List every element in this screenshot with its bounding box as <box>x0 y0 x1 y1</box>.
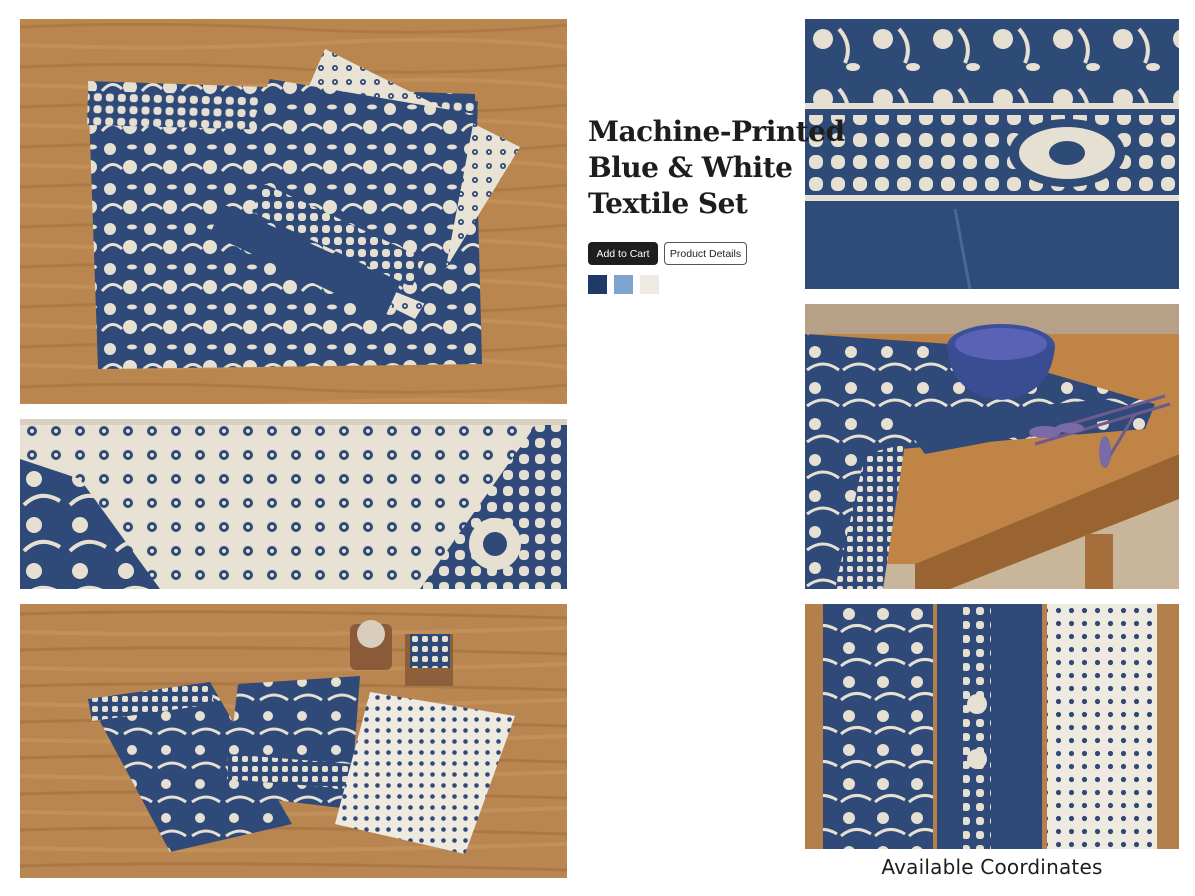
photo-dot-fabric-closeup <box>20 419 567 589</box>
photo-border-detail <box>805 19 1179 289</box>
swatch-navy[interactable] <box>588 275 607 294</box>
product-title-line-1: Machine-Printed <box>588 115 845 148</box>
photo-folded-set <box>20 19 567 404</box>
coordinates-caption: Available Coordinates <box>881 855 1103 879</box>
product-title-line-2: Blue & White <box>588 151 793 184</box>
product-details-button[interactable]: Product Details <box>664 242 747 265</box>
photo-bowl-lavender <box>805 304 1179 589</box>
product-title: Machine-Printed Blue & White Textile Set <box>588 114 845 222</box>
swatch-light-blue[interactable] <box>614 275 633 294</box>
photo-towels-with-stamps <box>20 604 567 878</box>
photo-available-coordinates <box>805 604 1179 849</box>
add-to-cart-button[interactable]: Add to Cart <box>588 242 658 265</box>
product-title-line-3: Textile Set <box>588 187 748 220</box>
swatch-cream[interactable] <box>640 275 659 294</box>
